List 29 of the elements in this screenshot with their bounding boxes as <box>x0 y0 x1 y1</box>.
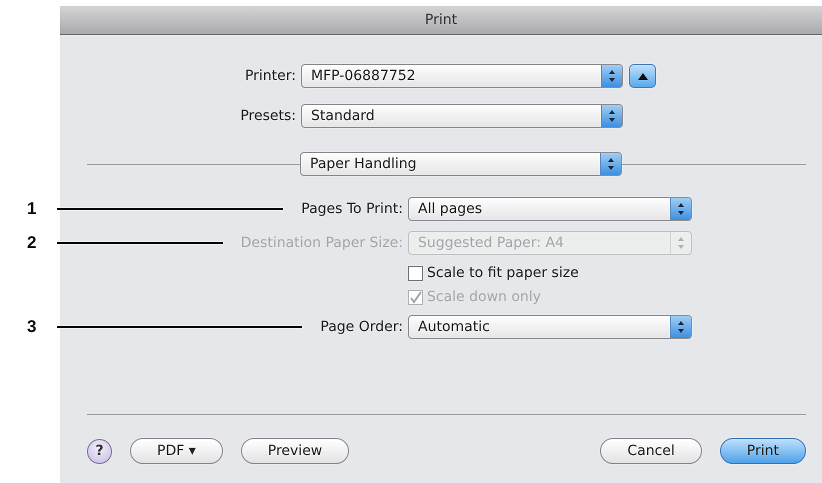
stepper-arrows-icon <box>601 105 622 127</box>
popup-menu[interactable]: Standard <box>301 104 623 128</box>
stepper-arrows-icon <box>670 316 691 338</box>
field-label: Presets: <box>240 108 296 124</box>
callout-number: 3 <box>27 317 38 337</box>
callout-number: 2 <box>27 233 38 253</box>
field-label: Destination Paper Size: <box>240 235 403 251</box>
field-label: Page Order: <box>320 319 403 335</box>
triangle-icon <box>638 72 648 80</box>
stepper-arrows-icon <box>600 153 621 175</box>
help-button[interactable]: ? <box>87 438 112 464</box>
dialog-button[interactable]: PDF ▾ <box>130 438 223 464</box>
disclosure-button[interactable] <box>629 64 656 88</box>
checkbox-label: Scale down only <box>427 289 541 305</box>
dialog-button[interactable]: Preview <box>240 438 350 464</box>
popup-menu[interactable]: Automatic <box>408 315 692 339</box>
dialog-button[interactable]: Cancel <box>600 438 702 464</box>
popup-menu[interactable]: All pages <box>408 197 692 221</box>
popup-menu[interactable]: Paper Handling <box>300 152 622 176</box>
dialog-button[interactable]: Print <box>720 438 806 464</box>
window-title: Print <box>424 12 458 28</box>
checkbox[interactable] <box>408 266 423 280</box>
callout-number: 1 <box>27 199 38 219</box>
field-label: Pages To Print: <box>301 201 403 217</box>
stepper-arrows-icon <box>601 65 622 87</box>
field-label: Printer: <box>244 68 296 84</box>
popup-menu[interactable]: MFP-06887752 <box>301 64 623 88</box>
stepper-arrows-icon <box>670 198 691 220</box>
checkbox-label: Scale to fit paper size <box>427 265 579 281</box>
